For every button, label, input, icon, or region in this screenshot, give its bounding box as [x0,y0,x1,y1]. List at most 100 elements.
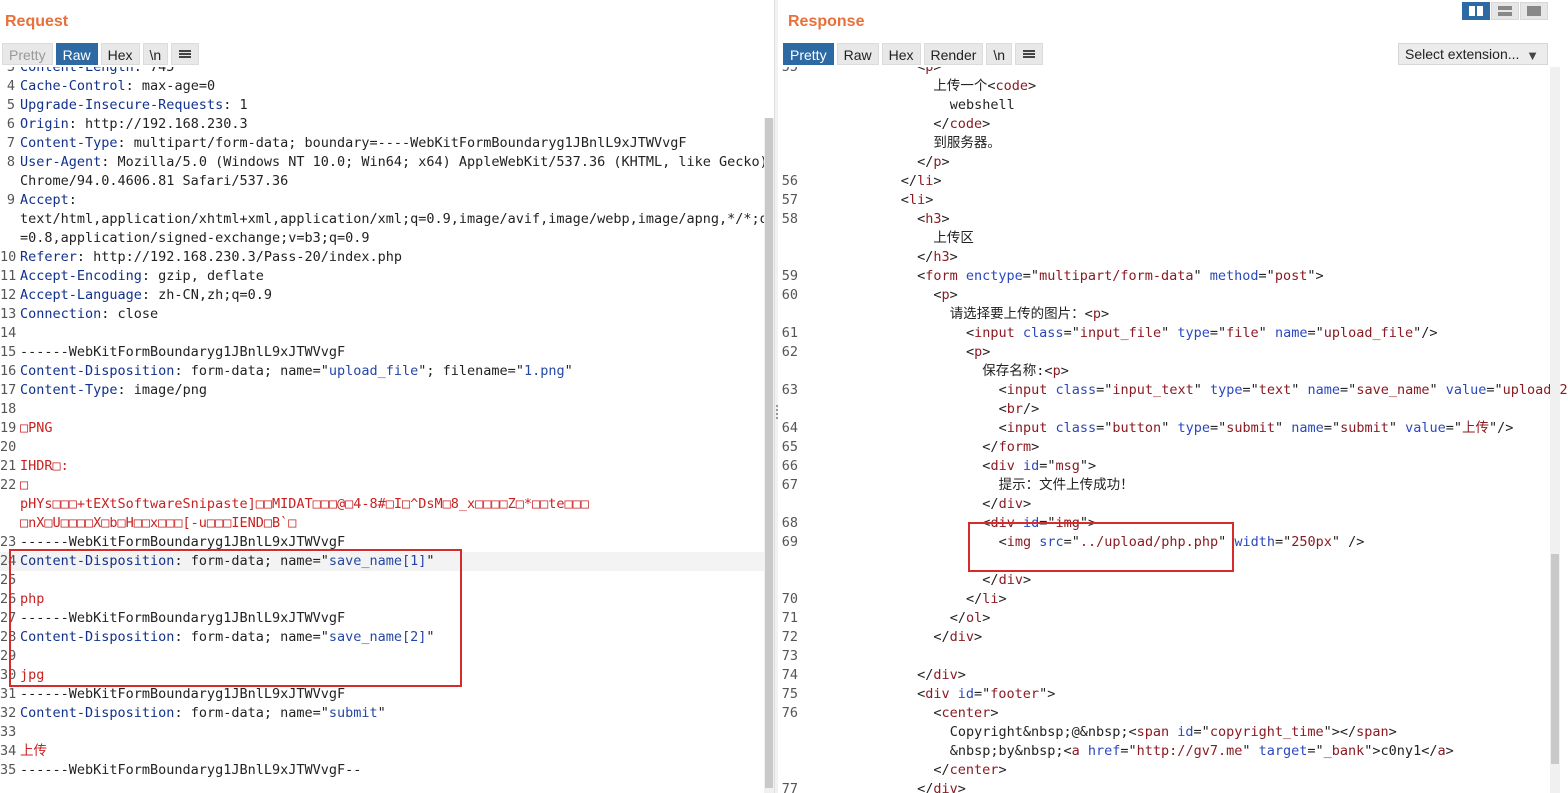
layout-single-button[interactable] [1520,2,1548,20]
code-token: =" [1063,325,1080,341]
line-number [778,552,798,571]
line-number: 10 [0,249,17,265]
code-token: </ [900,173,918,189]
code-token: enctype [965,268,1023,284]
hamburger-icon [1023,50,1036,58]
tab-raw[interactable]: Raw [55,43,98,65]
tab-newline-toggle[interactable]: \n [142,43,169,65]
line-number [778,115,798,134]
tab-pretty[interactable]: Pretty [783,43,834,65]
code-token: form [998,439,1032,455]
code-token: input [1006,420,1048,436]
response-editor[interactable]: 55 <p> 上传一个<code> webshell </code> 到服务器。 </p> 5… [778,67,1568,793]
code-token: input_file [1079,325,1162,341]
line-text: Content-Length: 745 [15,67,174,77]
code-token: ">c0ny1</ [1364,743,1438,759]
line-text: <h3> [798,210,950,229]
line-number: 12 [0,287,17,303]
code-token: □nX□U□□□□X□b□H□□x□□□[-u□□□IEND□B`□ [20,515,297,531]
line-number: 59 [781,268,798,284]
tab-render[interactable]: Render [923,43,984,65]
code-line: &nbsp;by&nbsp;<a href="http://gv7.me" ta… [778,742,1568,761]
tab-hex[interactable]: Hex [100,43,140,65]
layout-stacked-button[interactable] [1491,2,1519,20]
code-token: : Mozilla/5.0 (Windows NT 10.0; Win64; x… [101,154,768,170]
line-text: Cache-Control: max-age=0 [15,77,215,96]
line-number [778,96,798,115]
line-number: 11 [0,268,17,284]
code-token: : image/png [117,382,207,398]
line-text [15,400,20,419]
tab-hex[interactable]: Hex [881,43,921,65]
hamburger-icon [179,50,192,58]
line-text [15,723,20,742]
line-number: 31 [0,686,17,702]
code-line: </div> [778,495,1568,514]
code-token: < [933,705,942,721]
code-token: > [974,629,983,645]
code-line: 72 </div> [778,628,1568,647]
code-token: div [933,667,958,683]
code-token: : close [101,306,159,322]
line-number: 75 [781,686,798,702]
line-number: 73 [781,648,798,664]
code-line: 19 □PNG [0,419,774,438]
code-line: 35 ------WebKitFormBoundaryg1JBnlL9xJTWVv… [0,761,774,780]
code-token: =" [1120,743,1137,759]
code-line: </p> [778,153,1568,172]
line-text: <div id="footer"> [798,685,1055,704]
response-scrollbar-thumb[interactable] [1551,554,1559,764]
single-pane-icon [1527,6,1541,16]
code-line: pHYs□□□+tEXtSoftwareSnipaste]□□MIDAT□□□@… [0,495,774,514]
response-menu-button[interactable] [1015,43,1044,65]
code-token: class [1055,382,1097,398]
line-text: Chrome/94.0.4606.81 Safari/537.36 [15,172,288,191]
line-text: ------WebKitFormBoundaryg1JBnlL9xJTWVvgF… [15,761,361,780]
code-line: webshell [778,96,1568,115]
request-scrollbar-thumb[interactable] [765,118,773,788]
code-token: : http://192.168.230.3 [68,116,248,132]
tab-raw[interactable]: Raw [836,43,879,65]
code-token: =" [1193,724,1210,740]
code-token: Accept [20,192,69,208]
code-token: </ [917,781,934,793]
code-token: =0.8,application/signed-exchange;v=b3;q=… [20,230,370,246]
code-token: < [917,67,926,75]
code-token: "/> [1489,420,1514,436]
layout-side-by-side-button[interactable] [1462,2,1490,20]
request-scrollbar[interactable] [764,118,774,793]
code-token: " [1258,325,1275,341]
line-number [778,742,798,761]
code-token: □PNG [20,420,53,436]
code-token: li [908,192,926,208]
request-menu-button[interactable] [171,43,200,65]
line-number: 58 [781,211,798,227]
line-text [15,438,20,457]
code-line: 33 [0,723,774,742]
code-token: " [377,705,386,721]
tab-newline-toggle[interactable]: \n [986,43,1013,65]
line-number [778,723,798,742]
code-token: copyright_time [1209,724,1324,740]
code-token: ------WebKitFormBoundaryg1JBnlL9xJTWVvgF [20,344,346,360]
line-text: </li> [798,172,942,191]
line-number: 35 [0,762,17,778]
response-scrollbar[interactable] [1550,67,1560,793]
code-line: 64 <input class="button" type="submit" na… [778,419,1568,438]
line-number [778,761,798,780]
line-number [0,210,15,229]
code-token: p [1092,306,1101,322]
code-token: : gzip, deflate [141,268,264,284]
response-view-tabs: Pretty Raw Hex Render \n [783,43,1044,65]
code-token: =" [1445,420,1463,436]
tab-pretty[interactable]: Pretty [2,43,53,65]
line-text: Accept-Encoding: gzip, deflate [15,267,264,286]
code-token: </ [982,496,999,512]
line-text: 到服务器。 [798,134,1001,153]
code-token: width [1234,534,1275,550]
select-extension-dropdown[interactable]: Select extension... ▼ [1398,43,1548,65]
code-line: text/html,application/xhtml+xml,applicat… [0,210,774,229]
line-number: 64 [781,420,798,436]
code-token: 上传 [1462,420,1490,436]
